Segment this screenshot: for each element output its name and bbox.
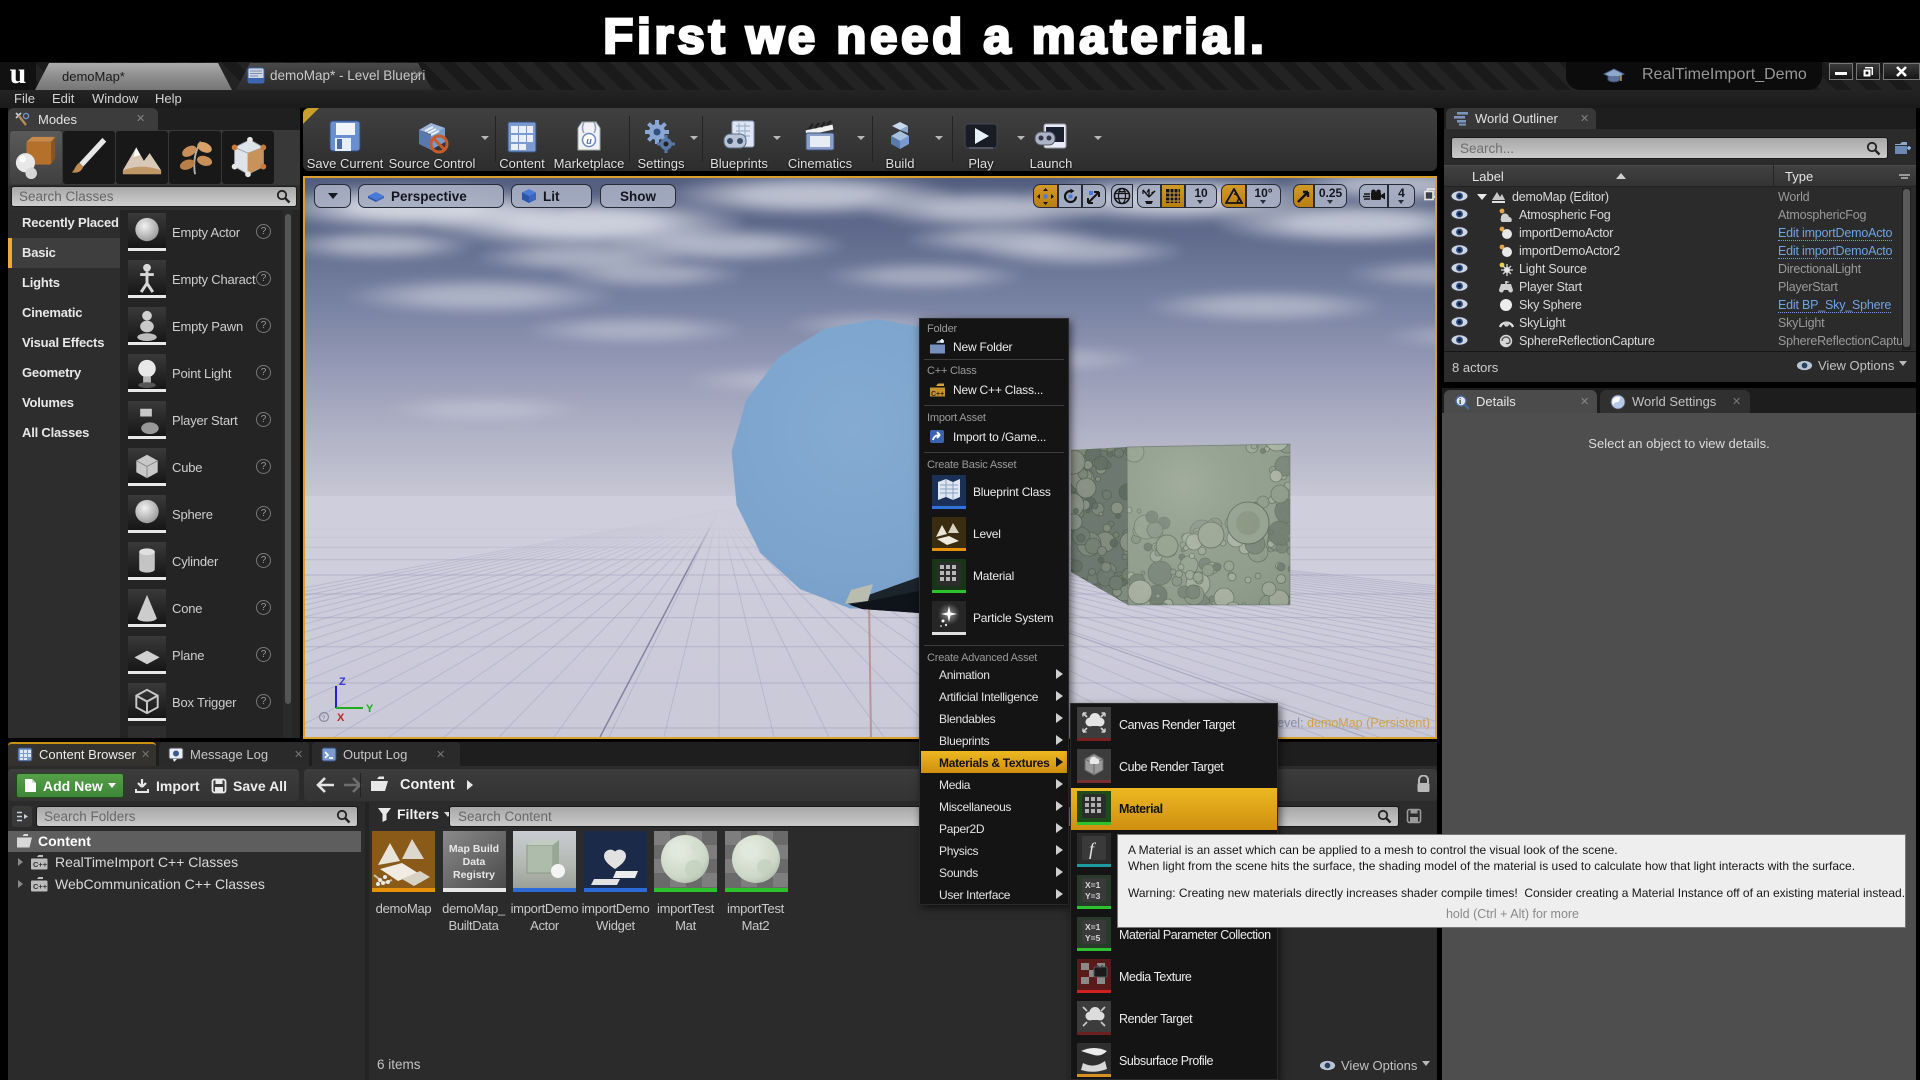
svg-text:X=1: X=1 [1085, 922, 1101, 932]
svg-text:X=1: X=1 [1085, 880, 1101, 890]
svg-text:Z: Z [339, 676, 346, 688]
svg-text:Y=5: Y=5 [1085, 933, 1101, 943]
svg-text:C++: C++ [33, 860, 48, 869]
svg-text:Data: Data [462, 856, 485, 868]
svg-text:?: ? [322, 716, 326, 723]
svg-text:Map Build: Map Build [448, 843, 498, 855]
svg-text:X: X [337, 712, 345, 723]
svg-text:C++: C++ [33, 882, 48, 891]
svg-text:Y: Y [366, 703, 374, 715]
svg-text:u: u [586, 136, 592, 146]
svg-text:C++: C++ [931, 391, 944, 398]
svg-text:Y=3: Y=3 [1085, 891, 1101, 901]
svg-text:Registry: Registry [452, 869, 494, 881]
